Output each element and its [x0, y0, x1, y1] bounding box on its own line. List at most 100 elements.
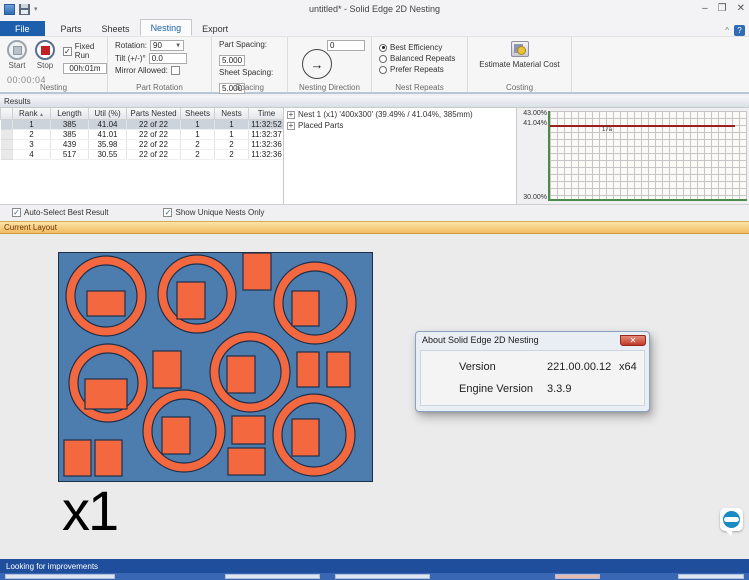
table-cell: 439	[51, 139, 89, 149]
ribbon-group-nesting: Start Stop Fixed Run 00h:01m 00:00:04 Ne…	[0, 37, 108, 92]
mirror-allowed-checkbox[interactable]	[171, 66, 180, 75]
table-cell: 41.04	[89, 119, 127, 129]
table-cell: 22 of 22	[127, 139, 181, 149]
table-row[interactable]: 138541.0422 of 221111:32:52	[1, 119, 285, 129]
tree-item[interactable]: +Placed Parts	[287, 121, 516, 130]
window-title: untitled* - Solid Edge 2D Nesting	[0, 4, 749, 14]
expand-icon[interactable]: +	[287, 111, 295, 119]
radio-label: Prefer Repeats	[390, 65, 444, 74]
column-header-nests[interactable]: Nests	[215, 108, 249, 119]
column-header-sheets[interactable]: Sheets	[181, 108, 215, 119]
table-cell: 1	[181, 119, 215, 129]
fixed-run-duration-input[interactable]: 00h:01m	[63, 63, 107, 74]
close-button[interactable]: ✕	[737, 3, 745, 15]
table-row[interactable]: 343935.9822 of 222211:32:36	[1, 139, 285, 149]
tree-item[interactable]: +Nest 1 (x1) '400x300' (39.49% / 41.04%,…	[287, 110, 516, 119]
chart-ytick-max: 43.00%	[523, 110, 547, 117]
fixed-run-checkbox[interactable]: Fixed Run	[63, 42, 107, 60]
table-row[interactable]: 451730.5522 of 222211:32:36	[1, 149, 285, 159]
taskbar-window-button[interactable]	[555, 574, 600, 579]
table-cell: 1	[215, 119, 249, 129]
tilt-input[interactable]: 0.0	[149, 53, 187, 64]
restore-button[interactable]: ❐	[718, 3, 727, 15]
collapse-ribbon-icon[interactable]: ^	[725, 26, 729, 35]
column-header-time[interactable]: Time	[249, 108, 285, 119]
taskbar-window-button[interactable]	[225, 574, 320, 579]
row-selector-header	[1, 108, 13, 119]
minimize-button[interactable]: –	[702, 3, 708, 15]
nesting-direction-icon[interactable]: →	[302, 49, 332, 79]
table-cell: 2	[181, 149, 215, 159]
tab-bar-tabs: File PartsSheetsNestingExport	[0, 19, 238, 36]
teamviewer-icon[interactable]	[720, 508, 743, 538]
table-cell: 2	[181, 139, 215, 149]
auto-select-best-result-checkbox[interactable]: Auto-Select Best Result	[12, 208, 108, 217]
about-dialog-titlebar[interactable]: About Solid Edge 2D Nesting ✕	[416, 332, 649, 348]
table-cell: 35.98	[89, 139, 127, 149]
tab-export[interactable]: Export	[192, 21, 238, 36]
row-selector[interactable]	[1, 119, 13, 129]
show-unique-nests-checkbox[interactable]: Show Unique Nests Only	[163, 208, 264, 217]
radio-best-efficiency[interactable]: Best Efficiency	[379, 43, 460, 52]
table-cell: 1	[181, 129, 215, 139]
group-label-spacing: Spacing	[212, 83, 287, 92]
table-cell: 11:32:37	[249, 129, 285, 139]
current-layout-header[interactable]: Current Layout	[0, 221, 749, 234]
chart-ytick-line: 41.04%	[523, 120, 547, 127]
tab-file[interactable]: File	[0, 21, 45, 36]
show-unique-nests-label: Show Unique Nests Only	[175, 208, 264, 217]
tab-sheets[interactable]: Sheets	[92, 21, 140, 36]
table-cell: 11:32:52	[249, 119, 285, 129]
tree-item-label: Nest 1 (x1) '400x300' (39.49% / 41.04%, …	[298, 110, 473, 119]
ribbon-spacer	[572, 37, 749, 92]
row-selector[interactable]	[1, 149, 13, 159]
estimate-material-cost-button[interactable]: Estimate Material Cost	[475, 41, 564, 69]
column-header-rank[interactable]: Rank ▲	[13, 108, 51, 119]
group-label-part-rotation: Part Rotation	[108, 83, 211, 92]
mirror-allowed-label: Mirror Allowed:	[115, 66, 168, 75]
table-cell: 11:32:36	[249, 139, 285, 149]
taskbar-window-button[interactable]	[335, 574, 430, 579]
nesting-direction-input[interactable]: 0	[327, 40, 365, 51]
row-selector[interactable]	[1, 139, 13, 149]
column-header-length[interactable]: Length	[51, 108, 89, 119]
table-cell: 22 of 22	[127, 149, 181, 159]
layout-canvas[interactable]: x1 About Solid Edge 2D Nesting ✕ Version…	[0, 234, 749, 559]
results-panel-header[interactable]: Results	[0, 96, 749, 108]
rotation-dropdown[interactable]: 90 ▼	[150, 40, 184, 51]
chart-grid: 17a	[548, 111, 747, 201]
radio-prefer-repeats[interactable]: Prefer Repeats	[379, 65, 460, 74]
sheet-spacing-label: Sheet Spacing:	[219, 68, 280, 77]
results-table: Rank ▲LengthUtil (%)Parts NestedSheetsNe…	[0, 108, 284, 204]
table-row[interactable]: 238541.0122 of 221111:32:37	[1, 129, 285, 139]
taskbar-window-button[interactable]	[5, 574, 115, 579]
table-cell: 4	[13, 149, 51, 159]
results-table-body: 138541.0422 of 221111:32:52238541.0122 o…	[1, 119, 285, 159]
radio-balanced-repeats[interactable]: Balanced Repeats	[379, 54, 460, 63]
version-value: 221.00.00.12	[547, 361, 619, 373]
radio-icon	[379, 44, 387, 52]
part-spacing-label: Part Spacing:	[219, 40, 280, 49]
start-button[interactable]: Start	[7, 40, 27, 74]
expand-icon[interactable]: +	[287, 122, 295, 130]
taskbar-window-button[interactable]	[678, 574, 744, 579]
table-cell: 385	[51, 129, 89, 139]
app-window: ▾ untitled* - Solid Edge 2D Nesting – ❐ …	[0, 0, 749, 580]
about-dialog-close-button[interactable]: ✕	[620, 335, 646, 346]
row-selector[interactable]	[1, 129, 13, 139]
nest-repeats-options: Best Efficiency Balanced Repeats Prefer Re…	[379, 43, 460, 74]
part-spacing-input[interactable]: 5.000	[219, 55, 245, 66]
tab-nesting[interactable]: Nesting	[140, 19, 193, 36]
table-cell: 1	[215, 129, 249, 139]
column-header-parts-nested[interactable]: Parts Nested	[127, 108, 181, 119]
column-header-util-[interactable]: Util (%)	[89, 108, 127, 119]
sheet-multiplier-label: x1	[62, 478, 117, 543]
stop-button[interactable]: Stop	[35, 40, 55, 74]
about-dialog: About Solid Edge 2D Nesting ✕ Version 22…	[415, 331, 650, 412]
table-cell: 30.55	[89, 149, 127, 159]
engine-version-label: Engine Version	[459, 383, 547, 395]
tab-parts[interactable]: Parts	[51, 21, 92, 36]
results-panel: Results Rank ▲LengthUtil (%)Parts Nested…	[0, 96, 749, 221]
help-icon[interactable]: ?	[734, 25, 745, 36]
results-table-header-row[interactable]: Rank ▲LengthUtil (%)Parts NestedSheetsNe…	[1, 108, 285, 119]
